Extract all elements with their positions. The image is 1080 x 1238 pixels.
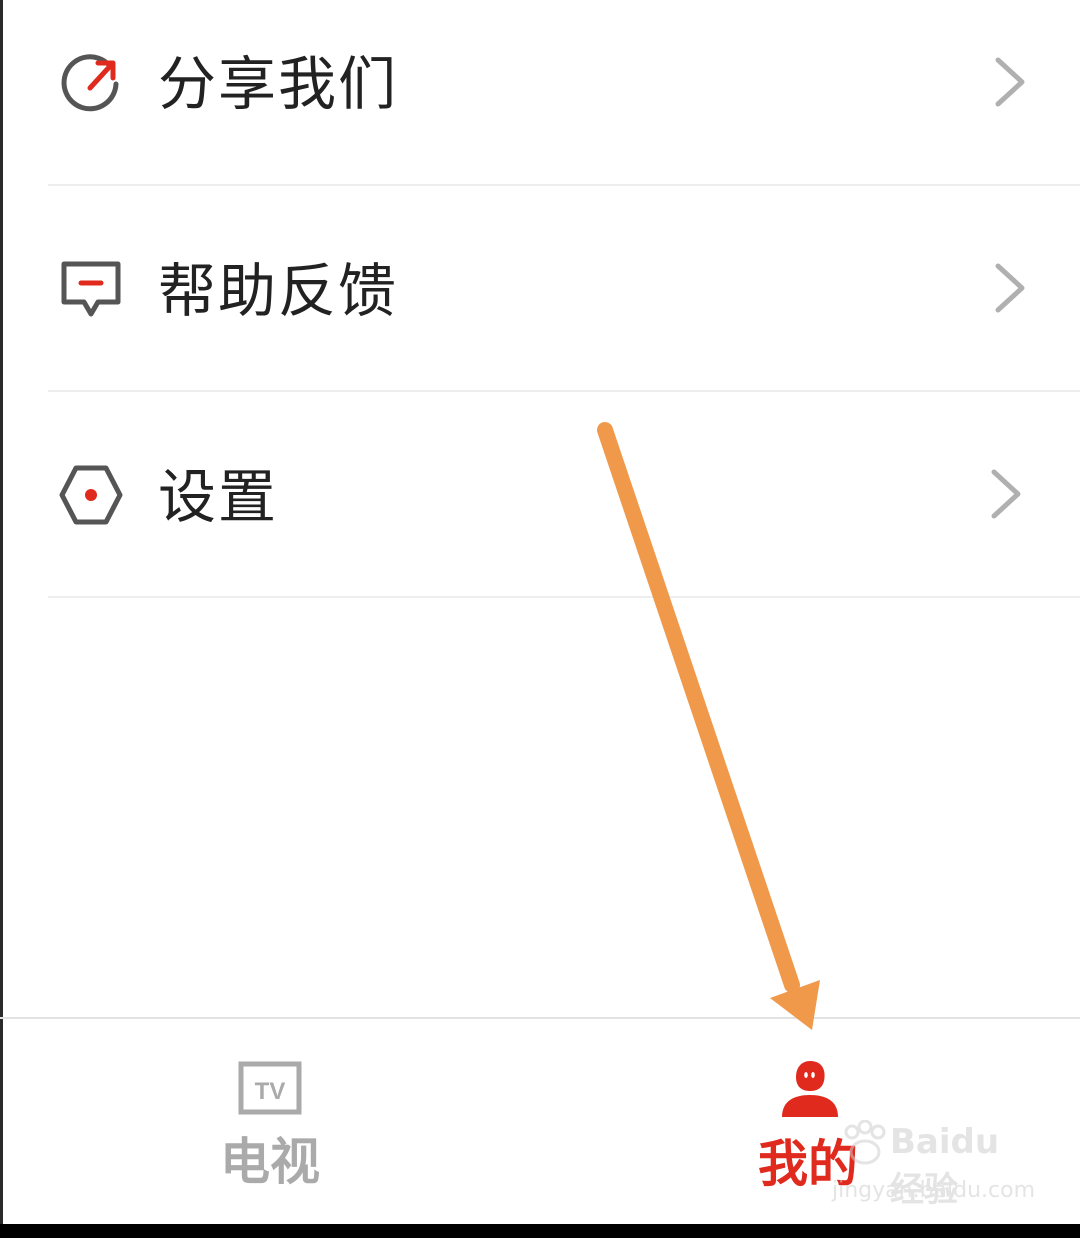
share-icon: [61, 54, 119, 112]
chevron-right-icon: [995, 57, 1025, 107]
paw-icon: [844, 1120, 886, 1165]
system-bottom-bar: [0, 1224, 1080, 1238]
tv-icon: TV: [238, 1061, 302, 1115]
menu-item-help-feedback[interactable]: 帮助反馈: [0, 186, 1080, 391]
menu-item-share-us[interactable]: 分享我们: [0, 0, 1080, 185]
menu-item-label: 设置: [158, 463, 279, 531]
profile-icon: [782, 1061, 838, 1117]
chevron-right-icon: [995, 263, 1025, 313]
settings-icon: [59, 465, 123, 525]
chevron-right-icon: [991, 469, 1021, 519]
tab-tv[interactable]: TV 电视: [0, 1019, 540, 1224]
watermark-url: jingyan.baidu.com: [832, 1178, 1036, 1203]
tv-icon-text: TV: [255, 1078, 286, 1105]
watermark: Baidu 经验 jingyan.baidu.com: [832, 1120, 1036, 1215]
divider: [48, 596, 1080, 598]
menu-item-label: 帮助反馈: [158, 257, 399, 325]
feedback-icon: [61, 261, 121, 317]
menu-item-settings[interactable]: 设置: [0, 392, 1080, 597]
menu-item-label: 分享我们: [158, 50, 399, 118]
tab-label: 电视: [220, 1133, 320, 1191]
